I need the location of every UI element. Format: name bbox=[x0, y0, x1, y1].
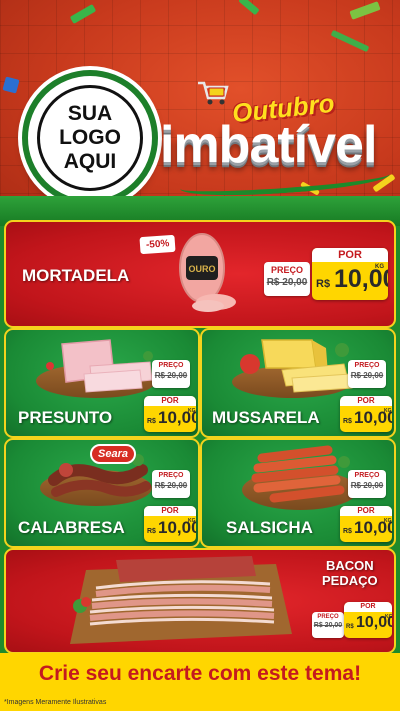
old-price-tag: PREÇO R$ 20,00 bbox=[312, 612, 344, 638]
product-name-line: BACON bbox=[325, 558, 374, 573]
unit-label: KG bbox=[188, 518, 196, 524]
old-price-tag: PREÇO R$ 20,00 bbox=[348, 360, 386, 388]
old-price-label: PREÇO bbox=[354, 362, 380, 369]
confetti-decoration bbox=[330, 29, 370, 53]
old-price: R$ 20,00 bbox=[350, 371, 384, 380]
logo-line: AQUI bbox=[63, 150, 117, 173]
old-price-tag: PREÇO R$ 20,00 bbox=[264, 262, 310, 296]
cta-banner[interactable]: Crie seu encarte com este tema! bbox=[0, 653, 400, 695]
old-price-tag: PREÇO R$ 20,00 bbox=[348, 470, 386, 498]
unit-label: KG bbox=[375, 264, 384, 270]
product-name: MUSSARELA bbox=[212, 408, 320, 427]
old-price: R$ 20,00 bbox=[313, 622, 343, 629]
old-price: R$ 20,00 bbox=[154, 481, 188, 490]
new-price-tag: POR R$ 10,00 KG bbox=[344, 602, 392, 638]
unit-label: KG bbox=[188, 408, 196, 414]
product-card-bacon[interactable]: BACON PEDAÇO PREÇO R$ 20,00 POR R$ 10,00… bbox=[4, 548, 396, 654]
old-price-tag: PREÇO R$ 20,00 bbox=[152, 360, 190, 388]
old-price-label: PREÇO bbox=[354, 472, 380, 479]
new-price-tag: POR R$ 10,00 KG bbox=[144, 396, 196, 432]
svg-text:OURO: OURO bbox=[189, 264, 216, 274]
shopping-cart-icon bbox=[196, 80, 230, 106]
campaign-title: imbatível bbox=[160, 116, 377, 174]
new-price-label: POR bbox=[312, 248, 388, 262]
old-price-label: PREÇO bbox=[317, 614, 339, 620]
old-price-label: PREÇO bbox=[270, 265, 303, 275]
new-price-tag: POR R$ 10,00 KG bbox=[144, 506, 196, 542]
product-card-presunto[interactable]: PRESUNTO PREÇO R$ 20,00 POR R$ 10,00 KG bbox=[4, 328, 200, 438]
new-price-tag: POR R$ 10,00 KG bbox=[312, 248, 388, 300]
logo-line: SUA bbox=[67, 102, 113, 125]
product-name-line: PEDAÇO bbox=[322, 573, 378, 588]
new-price-label: POR bbox=[344, 602, 392, 612]
unit-label: KG bbox=[384, 518, 392, 524]
old-price: R$ 20,00 bbox=[266, 277, 308, 288]
currency-symbol: R$ bbox=[346, 624, 354, 630]
header-banner: SUA LOGO AQUI Outubro imbatível bbox=[0, 0, 400, 222]
product-name: MORTADELA bbox=[22, 266, 130, 285]
old-price: R$ 20,00 bbox=[154, 371, 188, 380]
product-name: SALSICHA bbox=[226, 518, 313, 537]
confetti-decoration bbox=[69, 4, 97, 24]
old-price: R$ 20,00 bbox=[350, 481, 384, 490]
unit-label: KG bbox=[385, 614, 392, 620]
discount-badge: -50% bbox=[139, 234, 176, 255]
logo-text: SUA LOGO AQUI bbox=[37, 85, 143, 191]
product-name: BACON PEDAÇO bbox=[322, 558, 378, 588]
disclaimer-text: *Imagens Meramente Ilustrativas bbox=[0, 695, 400, 711]
product-card-calabresa[interactable]: Seara CALABRESA PREÇO R$ 20,00 POR R$ 10… bbox=[4, 438, 200, 548]
new-price-tag: POR R$ 10,00 KG bbox=[340, 506, 392, 542]
new-price-label: POR bbox=[340, 396, 392, 406]
logo-placeholder[interactable]: SUA LOGO AQUI bbox=[22, 70, 158, 206]
logo-line: LOGO bbox=[59, 126, 121, 149]
confetti-decoration bbox=[2, 76, 20, 94]
salsicha-image bbox=[244, 444, 356, 508]
mortadela-image: OURO bbox=[174, 228, 240, 316]
old-price-label: PREÇO bbox=[158, 362, 184, 369]
product-card-mussarela[interactable]: MUSSARELA PREÇO R$ 20,00 POR R$ 10,00 KG bbox=[200, 328, 396, 438]
new-price-label: POR bbox=[144, 396, 196, 406]
product-name: PRESUNTO bbox=[18, 408, 113, 427]
old-price-tag: PREÇO R$ 20,00 bbox=[152, 470, 190, 498]
presunto-image bbox=[40, 336, 160, 396]
new-price-tag: POR R$ 10,00 KG bbox=[340, 396, 392, 432]
confetti-decoration bbox=[238, 0, 260, 16]
bacon-image bbox=[56, 554, 296, 648]
seara-logo: Seara bbox=[90, 444, 136, 464]
product-card-salsicha[interactable]: SALSICHA PREÇO R$ 20,00 POR R$ 10,00 KG bbox=[200, 438, 396, 548]
currency-symbol: R$ bbox=[316, 278, 331, 290]
currency-symbol: R$ bbox=[343, 418, 352, 425]
confetti-decoration bbox=[349, 1, 381, 20]
product-card-mortadela[interactable]: MORTADELA -50% OURO PREÇO R$ 20,00 POR R… bbox=[4, 220, 396, 328]
mussarela-image bbox=[232, 334, 358, 396]
product-name: CALABRESA bbox=[18, 518, 125, 537]
unit-label: KG bbox=[384, 408, 392, 414]
cta-text: Crie seu encarte com este tema! bbox=[38, 662, 362, 685]
currency-symbol: R$ bbox=[147, 418, 156, 425]
currency-symbol: R$ bbox=[343, 528, 352, 535]
new-price-label: POR bbox=[340, 506, 392, 516]
new-price-label: POR bbox=[144, 506, 196, 516]
currency-symbol: R$ bbox=[147, 528, 156, 535]
old-price-label: PREÇO bbox=[158, 472, 184, 479]
